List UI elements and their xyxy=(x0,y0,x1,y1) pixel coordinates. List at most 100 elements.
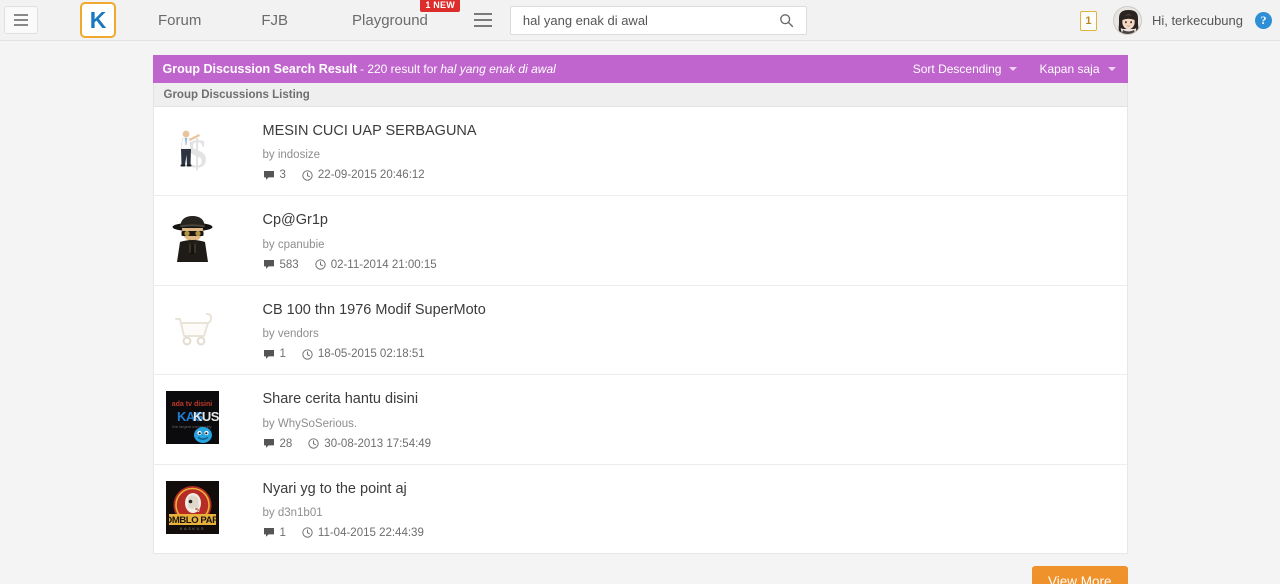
nav-item-forum-label: Forum xyxy=(158,11,202,29)
comment-count: 28 xyxy=(279,437,293,450)
search-glyph xyxy=(780,13,794,27)
businessman-dollar-thumbnail[interactable]: $ xyxy=(165,123,219,176)
comment-count: 1 xyxy=(279,348,286,361)
svg-text:KUS: KUS xyxy=(193,409,219,424)
chevron-down-icon xyxy=(1009,67,1018,71)
hamburger-line xyxy=(14,19,28,21)
search-result-header: Group Discussion Search Result - 220 res… xyxy=(152,55,1128,83)
search-query-text: hal yang enak di awal xyxy=(440,62,556,76)
timestamp-group: 18-05-2015 02:18:51 xyxy=(302,348,425,360)
help-icon[interactable]: ? xyxy=(1255,12,1272,29)
thumbnail-image: ada tv disini KAS KUS the largest commun… xyxy=(165,391,219,445)
sort-dropdown[interactable]: Sort Descending xyxy=(913,62,1018,76)
row-content: Nyari yg to the point aj by d3n1b01 1 11… xyxy=(263,479,424,539)
clock-icon xyxy=(308,438,319,449)
kaskus-logo[interactable]: K xyxy=(80,2,116,38)
comment-count: 1 xyxy=(279,526,286,539)
discussion-meta: 28 30-08-2013 17:54:49 xyxy=(263,437,432,450)
timestamp: 22-09-2015 20:46:12 xyxy=(317,169,425,182)
listing-section-header: Group Discussions Listing xyxy=(152,83,1128,107)
comment-icon xyxy=(263,260,274,270)
chevron-down-icon xyxy=(1107,67,1116,71)
timestamp: 18-05-2015 02:18:51 xyxy=(317,348,425,361)
comment-icon xyxy=(263,349,274,359)
discussion-list: $ MESIN CUCI UAP SERBAGUNA by indosize 3… xyxy=(152,107,1128,554)
page-content: Group Discussion Search Result - 220 res… xyxy=(0,41,1280,584)
hamburger-line xyxy=(14,24,28,26)
logo-letter: K xyxy=(89,6,107,33)
clock-icon xyxy=(302,170,313,181)
user-greeting[interactable]: Hi, terkecubung xyxy=(1152,13,1243,28)
table-row[interactable]: JOMBLO PARK KASKUS Nyari yg to the point… xyxy=(154,465,1127,553)
clock-icon xyxy=(315,259,326,270)
discussion-author: by WhySoSerious. xyxy=(262,417,358,430)
thumbnail-image: JOMBLO PARK KASKUS xyxy=(165,480,219,534)
discussion-meta: 1 11-04-2015 22:44:39 xyxy=(263,527,424,539)
results-container: Group Discussion Search Result - 220 res… xyxy=(152,55,1128,554)
main-menu-icon[interactable] xyxy=(4,6,38,34)
discussion-meta: 1 18-05-2015 02:18:51 xyxy=(263,348,486,360)
comment-count-group: 28 xyxy=(263,437,293,450)
timestamp: 02-11-2014 21:00:15 xyxy=(330,258,437,271)
nav-item-fjb[interactable]: FJB xyxy=(245,0,304,41)
hamburger-line xyxy=(473,25,492,27)
table-row[interactable]: Cp@Gr1p by cpanubie 583 02-11-2014 21:00… xyxy=(153,196,1127,286)
search-input[interactable] xyxy=(522,12,776,28)
discussion-author: by vendors xyxy=(262,328,319,341)
comment-icon xyxy=(263,170,274,180)
detective-avatar-thumbnail[interactable] xyxy=(165,212,219,266)
listing-section-title: Group Discussions Listing xyxy=(163,88,310,101)
row-content: CB 100 thn 1976 Modif SuperMoto by vendo… xyxy=(263,300,486,360)
time-filter-label: Kapan saja xyxy=(1039,62,1100,76)
table-row[interactable]: ada tv disini KAS KUS the largest commun… xyxy=(153,375,1127,465)
discussion-author: by indosize xyxy=(262,149,321,162)
row-content: MESIN CUCI UAP SERBAGUNA by indosize 3 2… xyxy=(263,121,477,181)
jomblo-park-thumbnail[interactable]: JOMBLO PARK KASKUS xyxy=(165,480,219,534)
comment-count: 3 xyxy=(279,169,286,182)
search-bar[interactable] xyxy=(509,5,807,35)
listing-footer: View More xyxy=(153,554,1128,584)
discussion-title[interactable]: MESIN CUCI UAP SERBAGUNA xyxy=(263,123,477,140)
discussion-author: by cpanubie xyxy=(262,238,325,251)
secondary-menu-icon[interactable] xyxy=(472,9,494,31)
hamburger-line xyxy=(473,19,492,21)
row-content: Cp@Gr1p by cpanubie 583 02-11-2014 21:00… xyxy=(263,210,437,270)
comment-count: 583 xyxy=(279,258,299,271)
discussion-title[interactable]: Cp@Gr1p xyxy=(263,212,437,229)
comment-count-group: 583 xyxy=(263,259,299,271)
hamburger-line xyxy=(473,13,492,15)
shopping-cart-thumbnail[interactable] xyxy=(165,301,219,355)
svg-text:KASKUS: KASKUS xyxy=(179,526,204,531)
hamburger-line xyxy=(14,14,28,16)
avatar[interactable] xyxy=(1112,6,1142,35)
timestamp: 30-08-2013 17:54:49 xyxy=(324,437,432,450)
row-content: Share cerita hantu disini by WhySoSeriou… xyxy=(263,389,432,449)
nav-item-fjb-label: FJB xyxy=(261,11,289,29)
comment-count-group: 3 xyxy=(263,169,286,181)
nav-item-forum[interactable]: Forum xyxy=(142,0,217,41)
timestamp-group: 11-04-2015 22:44:39 xyxy=(302,527,424,539)
discussion-title[interactable]: Nyari yg to the point aj xyxy=(263,481,424,498)
timestamp: 11-04-2015 22:44:39 xyxy=(317,526,424,539)
table-row[interactable]: $ MESIN CUCI UAP SERBAGUNA by indosize 3… xyxy=(153,107,1127,197)
search-icon[interactable] xyxy=(776,9,798,31)
timestamp-group: 22-09-2015 20:46:12 xyxy=(302,169,425,181)
thumbnail-image xyxy=(165,212,219,266)
time-filter-dropdown[interactable]: Kapan saja xyxy=(1039,62,1116,76)
notification-badge[interactable]: 1 xyxy=(1079,10,1097,31)
svg-text:JOMBLO PARK: JOMBLO PARK xyxy=(166,515,219,526)
discussion-title[interactable]: CB 100 thn 1976 Modif SuperMoto xyxy=(263,302,486,319)
kaskus-logo-thumbnail[interactable]: ada tv disini KAS KUS the largest commun… xyxy=(165,391,219,445)
header-controls: Sort Descending Kapan saja xyxy=(891,62,1116,76)
nav-item-playground-label: Playground xyxy=(352,11,428,29)
table-row[interactable]: CB 100 thn 1976 Modif SuperMoto by vendo… xyxy=(153,286,1127,376)
view-more-button[interactable]: View More xyxy=(1031,565,1128,584)
avatar-image xyxy=(1113,7,1141,34)
nav-links: Forum FJB Playground 1 NEW xyxy=(116,0,460,41)
discussion-title[interactable]: Share cerita hantu disini xyxy=(263,391,432,408)
result-summary: - 220 result for xyxy=(360,62,438,76)
sort-dropdown-label: Sort Descending xyxy=(912,62,1002,76)
discussion-meta: 583 02-11-2014 21:00:15 xyxy=(263,259,437,271)
thumbnail-image xyxy=(165,301,219,355)
nav-item-playground[interactable]: Playground 1 NEW xyxy=(336,0,460,41)
